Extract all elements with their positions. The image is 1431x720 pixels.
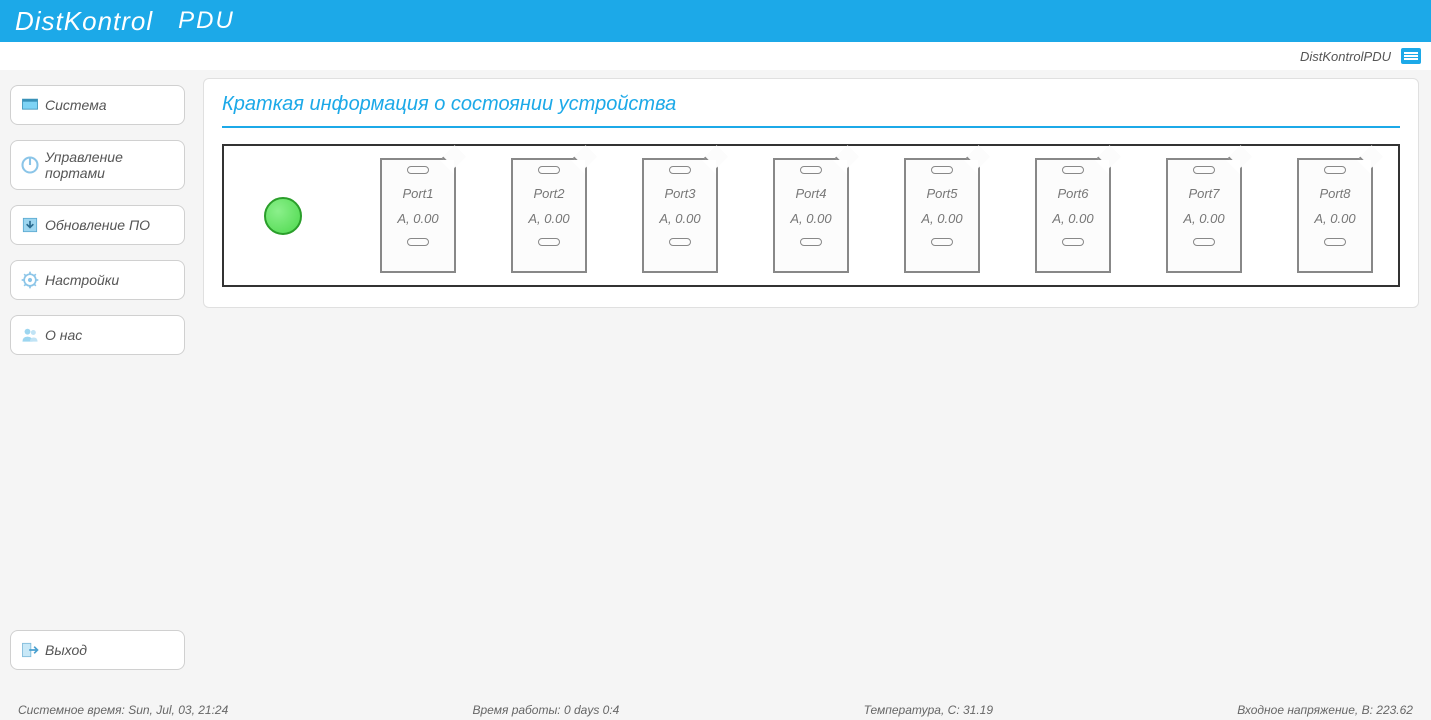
sidebar-item-settings[interactable]: Настройки (10, 260, 185, 300)
device-name: DistKontrolPDU (1300, 49, 1391, 64)
sidebar-item-ports[interactable]: Управление портами (10, 140, 185, 190)
port-screw-top-icon (1062, 166, 1084, 174)
sidebar-item-label: Настройки (45, 272, 119, 288)
footer-voltage: Входное напряжение, В: 223.62 (1237, 703, 1413, 717)
port-card-6[interactable]: Port6 A, 0.00 (1035, 158, 1111, 273)
port-screw-bottom-icon (800, 238, 822, 246)
ports-container: Port1A, 0.00Port2A, 0.00Port3A, 0.00Port… (222, 144, 1400, 287)
port-name: Port2 (533, 186, 564, 201)
footer-system-time: Системное время: Sun, Jul, 03, 21:24 (18, 703, 228, 717)
port-card-5[interactable]: Port5 A, 0.00 (904, 158, 980, 273)
exit-icon (19, 639, 41, 661)
footer-temperature: Температура, С: 31.19 (864, 703, 993, 717)
port-screw-top-icon (800, 166, 822, 174)
port-card-4[interactable]: Port4 A, 0.00 (773, 158, 849, 273)
sidebar-item-label: Управление портами (45, 149, 176, 181)
port-name: Port6 (1057, 186, 1088, 201)
brand-product: PDU (178, 7, 235, 35)
port-name: Port8 (1319, 186, 1350, 201)
power-icon (19, 154, 41, 176)
sidebar: Система Управление портами Обновление ПО… (0, 70, 195, 700)
port-screw-bottom-icon (407, 238, 429, 246)
port-value: A, 0.00 (790, 211, 831, 226)
brand-name: DistKontrol (15, 6, 153, 37)
sidebar-item-label: Система (45, 97, 107, 113)
port-card-8[interactable]: Port8 A, 0.00 (1297, 158, 1373, 273)
port-name: Port3 (664, 186, 695, 201)
port-name: Port7 (1188, 186, 1219, 201)
port-value: A, 0.00 (1314, 211, 1355, 226)
sidebar-item-label: Обновление ПО (45, 217, 150, 233)
port-screw-top-icon (669, 166, 691, 174)
port-value: A, 0.00 (1052, 211, 1093, 226)
content-area: Краткая информация о состоянии устройств… (195, 70, 1431, 700)
port-screw-bottom-icon (1062, 238, 1084, 246)
port-card-1[interactable]: Port1 A, 0.00 (380, 158, 456, 273)
port-value: A, 0.00 (921, 211, 962, 226)
status-led-icon (264, 197, 302, 235)
sidebar-item-label: О нас (45, 327, 82, 343)
sidebar-item-label: Выход (45, 642, 87, 658)
port-value: A, 0.00 (397, 211, 438, 226)
footer-uptime: Время работы: 0 days 0:4 (473, 703, 620, 717)
port-screw-bottom-icon (1324, 238, 1346, 246)
port-name: Port1 (402, 186, 433, 201)
port-card-7[interactable]: Port7 A, 0.00 (1166, 158, 1242, 273)
port-value: A, 0.00 (1183, 211, 1224, 226)
port-screw-bottom-icon (538, 238, 560, 246)
port-screw-top-icon (538, 166, 560, 174)
sidebar-item-logout[interactable]: Выход (10, 630, 185, 670)
port-name: Port5 (926, 186, 957, 201)
panel-title: Краткая информация о состоянии устройств… (222, 93, 1400, 128)
port-name: Port4 (795, 186, 826, 201)
port-screw-bottom-icon (669, 238, 691, 246)
port-card-3[interactable]: Port3 A, 0.00 (642, 158, 718, 273)
download-icon (19, 214, 41, 236)
system-icon (19, 94, 41, 116)
sidebar-item-system[interactable]: Система (10, 85, 185, 125)
sidebar-item-update[interactable]: Обновление ПО (10, 205, 185, 245)
port-screw-bottom-icon (1193, 238, 1215, 246)
port-value: A, 0.00 (659, 211, 700, 226)
users-icon (19, 324, 41, 346)
hamburger-menu-icon[interactable] (1401, 48, 1421, 64)
port-screw-bottom-icon (931, 238, 953, 246)
port-screw-top-icon (1193, 166, 1215, 174)
subheader: DistKontrolPDU (0, 42, 1431, 70)
port-value: A, 0.00 (528, 211, 569, 226)
sidebar-item-about[interactable]: О нас (10, 315, 185, 355)
port-screw-top-icon (407, 166, 429, 174)
app-header: DistKontrol PDU (0, 0, 1431, 42)
gear-icon (19, 269, 41, 291)
device-status-panel: Краткая информация о состоянии устройств… (203, 78, 1419, 308)
port-card-2[interactable]: Port2 A, 0.00 (511, 158, 587, 273)
port-screw-top-icon (1324, 166, 1346, 174)
port-screw-top-icon (931, 166, 953, 174)
status-bar: Системное время: Sun, Jul, 03, 21:24 Вре… (0, 700, 1431, 720)
